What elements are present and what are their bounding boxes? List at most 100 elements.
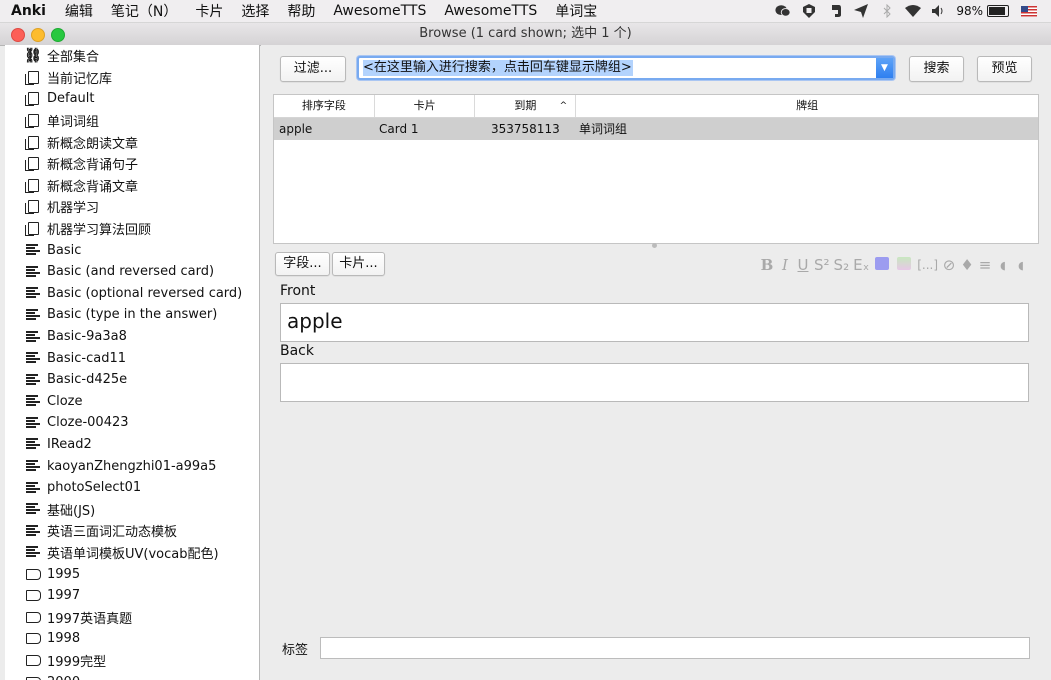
send-icon[interactable] [853,4,869,18]
column-header-sort-field[interactable]: 排序字段 [274,95,375,117]
sidebar-item[interactable]: ⛓ 全部集合 [5,45,259,67]
menu-awesometts-2[interactable]: AwesomeTTS [435,3,546,19]
menu-awesometts-1[interactable]: AwesomeTTS [324,3,435,19]
sidebar-item[interactable]: 1999完型 [5,650,259,672]
back-field-value [281,364,1028,374]
table-row[interactable]: apple Card 1 353758113 单词词组 [274,118,1038,140]
sidebar-item[interactable]: Basic (and reversed card) [5,261,259,283]
wifi-icon[interactable] [905,4,922,18]
back-field-editor[interactable] [280,363,1029,402]
note-type-icon [25,502,41,516]
sidebar-item[interactable]: Basic-d425e [5,369,259,391]
cell-due: 353758113 [491,122,560,136]
cell-sort-field: apple [279,122,313,136]
battery-icon[interactable] [987,5,1009,17]
speaker-icon-2[interactable]: ◖ [1014,259,1028,272]
input-source-flag-icon[interactable] [1021,5,1037,17]
sidebar-item[interactable]: 基础(JS) [5,498,259,520]
search-combobox[interactable]: <在这里输入进行搜索，点击回车键显示牌组> ▼ [357,56,895,80]
sidebar-item[interactable]: 当前记忆库 [5,67,259,89]
sidebar-item[interactable]: Cloze [5,391,259,413]
menu-help[interactable]: 帮助 [278,1,324,21]
menu-dancibao[interactable]: 单词宝 [546,1,606,21]
minimize-window-button[interactable] [31,28,45,42]
sidebar-item[interactable]: 机器学习 [5,196,259,218]
sidebar-item-label: 新概念朗读文章 [47,136,139,152]
shield-icon[interactable] [801,4,817,18]
superscript-icon[interactable]: S² [814,256,830,274]
highlight-color-icon[interactable] [895,256,913,274]
sidebar-item[interactable]: 1998 [5,628,259,650]
column-header-card[interactable]: 卡片 [375,95,476,117]
sidebar-item[interactable]: 英语单词模板UV(vocab配色) [5,542,259,564]
sidebar-item[interactable]: 单词词组 [5,110,259,132]
sidebar-item[interactable]: 英语三面词汇动态模板 [5,520,259,542]
sidebar-item-label: Basic (and reversed card) [47,264,215,280]
sidebar-item[interactable]: 1997 [5,585,259,607]
column-header-due[interactable]: 到期 ^ [475,95,577,117]
sidebar-item[interactable]: Basic (optional reversed card) [5,283,259,305]
menu-select[interactable]: 选择 [232,1,278,21]
wechat-icon[interactable] [775,4,791,18]
filter-button[interactable]: 过滤... [280,56,346,82]
zoom-window-button[interactable] [51,28,65,42]
sidebar-item[interactable]: 新概念朗读文章 [5,131,259,153]
cards-button[interactable]: 卡片... [332,252,385,276]
deck-icon [24,114,41,129]
tags-input[interactable] [320,637,1030,659]
splitter-handle[interactable] [652,243,657,248]
text-color-icon[interactable] [873,256,891,274]
record-audio-icon[interactable]: ♦ [960,256,974,274]
column-header-deck[interactable]: 牌组 [576,95,1038,117]
sidebar-item[interactable]: 1995 [5,563,259,585]
card-table[interactable]: 排序字段 卡片 到期 ^ 牌组 apple Card 1 353758113 单词… [273,94,1039,244]
sort-ascending-icon: ^ [559,101,568,111]
sidebar-item-label: 2000 [47,675,80,680]
front-field-label: Front [280,283,316,299]
sidebar-item[interactable]: Basic [5,239,259,261]
note-type-icon [25,265,41,279]
attachment-icon[interactable]: ⊘ [942,256,956,274]
close-window-button[interactable] [11,28,25,42]
sidebar-item[interactable]: IRead2 [5,434,259,456]
sidebar-item[interactable]: Basic (type in the answer) [5,304,259,326]
speaker-icon-1[interactable]: ◖ [996,259,1010,272]
preview-button[interactable]: 预览 [977,56,1032,82]
sidebar-item[interactable]: 机器学习算法回顾 [5,218,259,240]
menu-note[interactable]: 笔记（N） [102,1,186,21]
menu-edit[interactable]: 编辑 [56,1,102,21]
subscript-icon[interactable]: S₂ [834,256,850,274]
tag-icon [25,567,41,581]
note-type-icon [25,308,41,322]
sidebar-item[interactable]: 新概念背诵句子 [5,153,259,175]
volume-icon[interactable] [931,4,947,18]
sidebar-item[interactable]: kaoyanZhengzhi01-a99a5 [5,455,259,477]
sidebar-item[interactable]: photoSelect01 [5,477,259,499]
bluetooth-icon[interactable] [879,4,895,18]
italic-icon[interactable]: I [778,256,792,274]
front-field-editor[interactable]: apple [280,303,1029,342]
cloze-icon[interactable]: [...] [917,258,938,272]
clear-format-icon[interactable]: Eₓ [853,256,869,274]
bold-icon[interactable]: B [760,256,774,274]
sidebar-item[interactable]: 1997英语真题 [5,606,259,628]
sidebar-item[interactable]: 新概念背诵文章 [5,175,259,197]
sidebar-item[interactable]: Cloze-00423 [5,412,259,434]
sidebar-item[interactable]: 2000 [5,671,259,680]
chevron-down-icon[interactable]: ▼ [876,58,893,78]
sidebar-tree[interactable]: ⛓ 全部集合 当前记忆库 Default 单词词组新概念朗读文章 新概念背诵句子 新概念背诵… [5,45,260,680]
sidebar-item[interactable]: Basic-cad11 [5,347,259,369]
front-field-value: apple [287,309,343,333]
fields-button[interactable]: 字段... [275,252,330,276]
search-button[interactable]: 搜索 [909,56,964,82]
deck-icon [24,200,41,215]
search-input[interactable]: <在这里输入进行搜索，点击回车键显示牌组> [363,60,633,76]
underline-icon[interactable]: U [796,256,810,274]
evernote-icon[interactable] [827,4,843,18]
menu-app-anki[interactable]: Anki [0,3,56,19]
menu-lines-icon[interactable]: ≡ [978,256,992,274]
sidebar-item[interactable]: Basic-9a3a8 [5,326,259,348]
sidebar-item[interactable]: Default [5,88,259,110]
sidebar-item-label: IRead2 [47,436,92,452]
menu-card[interactable]: 卡片 [186,1,232,21]
